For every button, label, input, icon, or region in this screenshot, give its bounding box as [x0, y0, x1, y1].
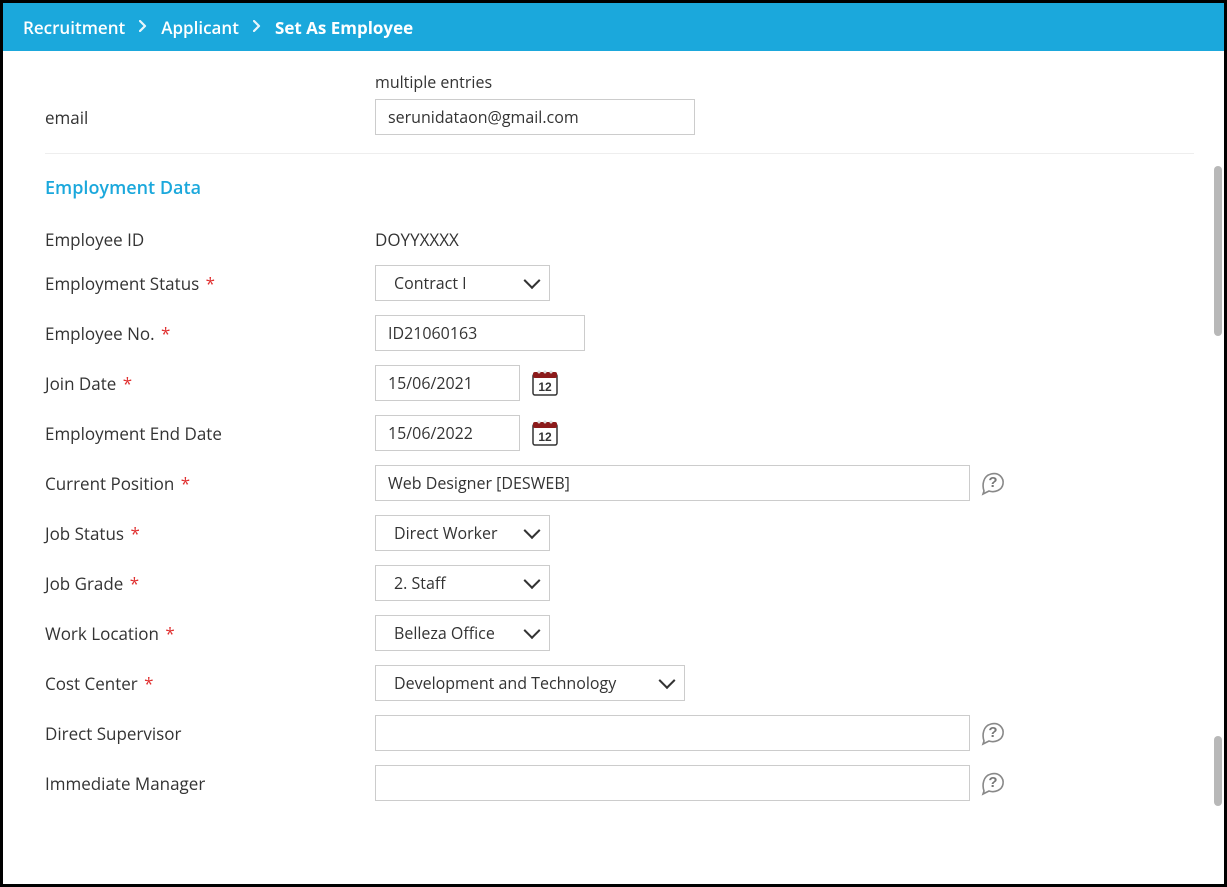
join-date-input[interactable] [375, 365, 520, 401]
help-icon[interactable]: ? [980, 770, 1006, 796]
cost-center-select-wrap: Development and Technology [375, 665, 685, 701]
employee-no-input[interactable] [375, 315, 585, 351]
row-job-grade: Job Grade * 2. Staff [45, 565, 1194, 601]
row-cost-center: Cost Center * Development and Technology [45, 665, 1194, 701]
label-email: email [45, 106, 375, 129]
required-marker: * [181, 472, 190, 495]
scrollbar-thumb[interactable] [1214, 166, 1222, 336]
label-employment-end-date: Employment End Date [45, 422, 375, 445]
job-grade-select-wrap: 2. Staff [375, 565, 550, 601]
svg-text:12: 12 [538, 380, 552, 394]
job-status-select[interactable]: Direct Worker [375, 515, 550, 551]
label-current-position: Current Position * [45, 472, 375, 495]
email-input[interactable] [375, 99, 695, 135]
employment-status-select[interactable]: Contract I [375, 265, 550, 301]
row-employee-id: Employee ID DOYYXXXX [45, 228, 1194, 251]
required-marker: * [144, 672, 153, 695]
svg-text:?: ? [988, 774, 997, 791]
label-work-location: Work Location * [45, 622, 375, 645]
scrollbar-thumb[interactable] [1214, 736, 1222, 806]
required-marker: * [123, 372, 132, 395]
label-employee-no: Employee No. * [45, 322, 375, 345]
required-marker: * [206, 272, 215, 295]
app-frame: Recruitment Applicant Set As Employee mu… [0, 0, 1227, 887]
breadcrumb-recruitment[interactable]: Recruitment [23, 16, 125, 39]
row-work-location: Work Location * Belleza Office [45, 615, 1194, 651]
label-cost-center: Cost Center * [45, 672, 375, 695]
row-job-status: Job Status * Direct Worker [45, 515, 1194, 551]
label-employee-id: Employee ID [45, 228, 375, 251]
row-immediate-manager: Immediate Manager ? [45, 765, 1194, 801]
label-job-grade: Job Grade * [45, 572, 375, 595]
required-marker: * [130, 522, 139, 545]
label-direct-supervisor: Direct Supervisor [45, 722, 375, 745]
label-job-status: Job Status * [45, 522, 375, 545]
value-employee-id: DOYYXXXX [375, 228, 459, 251]
job-status-select-wrap: Direct Worker [375, 515, 550, 551]
required-marker: * [161, 322, 170, 345]
help-icon[interactable]: ? [980, 720, 1006, 746]
required-marker: * [130, 572, 139, 595]
current-position-input[interactable] [375, 465, 970, 501]
breadcrumb: Recruitment Applicant Set As Employee [3, 3, 1224, 51]
breadcrumb-applicant[interactable]: Applicant [161, 16, 239, 39]
employment-end-date-input[interactable] [375, 415, 520, 451]
row-employee-no: Employee No. * [45, 315, 1194, 351]
row-join-date: Join Date * 12 [45, 365, 1194, 401]
direct-supervisor-input[interactable] [375, 715, 970, 751]
calendar-icon[interactable]: 12 [530, 418, 560, 448]
section-divider [45, 153, 1194, 154]
job-grade-select[interactable]: 2. Staff [375, 565, 550, 601]
section-title-employment-data: Employment Data [45, 176, 1194, 200]
chevron-right-icon [253, 17, 261, 37]
label-immediate-manager: Immediate Manager [45, 772, 375, 795]
row-employment-status: Employment Status * Contract I [45, 265, 1194, 301]
work-location-select[interactable]: Belleza Office [375, 615, 550, 651]
row-current-position: Current Position * ? [45, 465, 1194, 501]
label-join-date: Join Date * [45, 372, 375, 395]
cost-center-select[interactable]: Development and Technology [375, 665, 685, 701]
chevron-right-icon [139, 17, 147, 37]
required-marker: * [165, 622, 174, 645]
immediate-manager-input[interactable] [375, 765, 970, 801]
email-hint: multiple entries [375, 71, 1194, 93]
calendar-icon[interactable]: 12 [530, 368, 560, 398]
row-employment-end-date: Employment End Date 12 [45, 415, 1194, 451]
work-location-select-wrap: Belleza Office [375, 615, 550, 651]
svg-text:12: 12 [538, 430, 552, 444]
row-email: email [45, 99, 1194, 135]
breadcrumb-set-as-employee[interactable]: Set As Employee [275, 16, 413, 39]
employment-status-select-wrap: Contract I [375, 265, 550, 301]
label-employment-status: Employment Status * [45, 272, 375, 295]
svg-text:?: ? [988, 724, 997, 741]
svg-text:?: ? [988, 474, 997, 491]
help-icon[interactable]: ? [980, 470, 1006, 496]
scrollbar[interactable] [1210, 51, 1224, 884]
row-direct-supervisor: Direct Supervisor ? [45, 715, 1194, 751]
form-content: multiple entries email Employment Data E… [3, 51, 1224, 884]
